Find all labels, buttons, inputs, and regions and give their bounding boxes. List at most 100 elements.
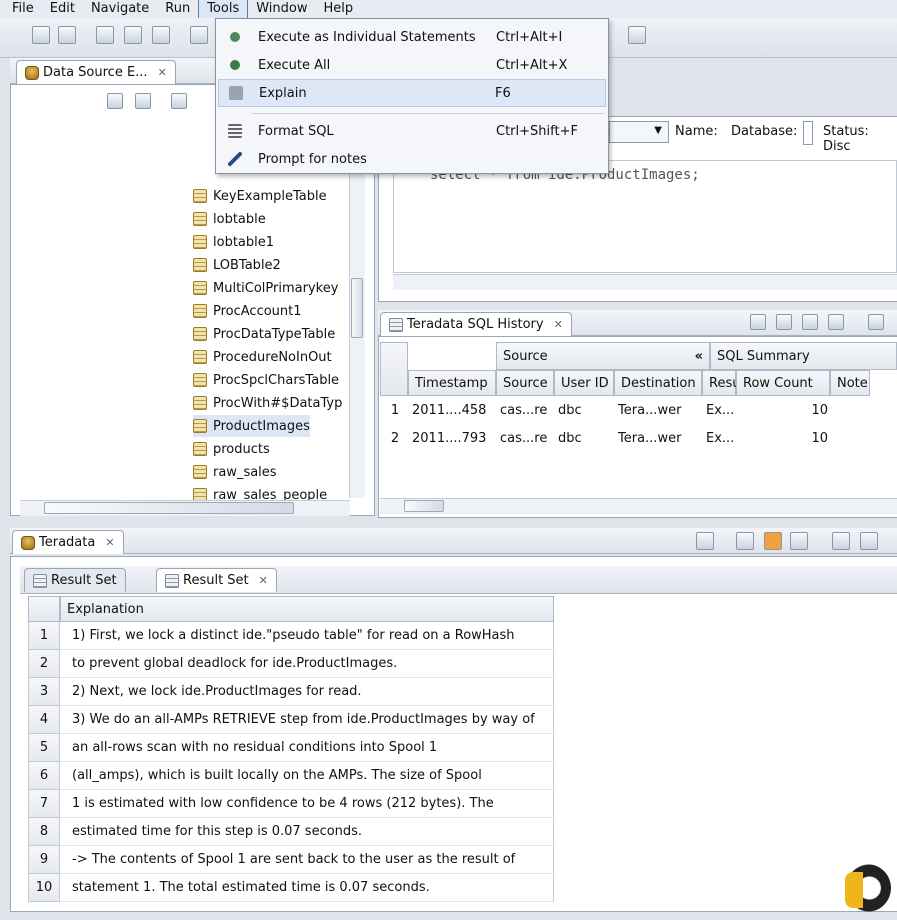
row-number[interactable]: 1 — [384, 396, 406, 424]
cut-icon[interactable] — [96, 26, 114, 44]
copy-icon[interactable] — [124, 26, 142, 44]
filter-icon[interactable] — [171, 93, 187, 109]
save-icon[interactable] — [32, 26, 50, 44]
save-result-icon[interactable] — [832, 532, 850, 550]
save-all-icon[interactable] — [58, 26, 76, 44]
document-icon[interactable] — [790, 532, 808, 550]
column-header[interactable]: Destination — [614, 370, 702, 396]
table-cell[interactable]: dbc — [558, 396, 612, 424]
menu-edit[interactable]: Edit — [42, 0, 83, 18]
menu-item-explain[interactable]: Explain F6 — [218, 79, 606, 107]
database-dropdown[interactable] — [803, 121, 813, 145]
column-header[interactable]: Row Count — [736, 370, 830, 396]
table-cell[interactable]: dbc — [558, 424, 612, 452]
tab-data-source-explorer[interactable]: Data Source E... ✕ — [16, 60, 176, 84]
tab-result-set-1[interactable]: Result Set — [24, 568, 126, 592]
tree-vertical-scrollbar[interactable] — [349, 118, 365, 498]
menu-item-prompt-notes[interactable]: Prompt for notes — [218, 145, 606, 173]
export-icon[interactable] — [828, 314, 844, 330]
filter-history-icon[interactable] — [776, 314, 792, 330]
column-header[interactable]: Source — [496, 370, 554, 396]
editor-horizontal-scrollbar[interactable] — [393, 274, 897, 290]
tab-teradata[interactable]: Teradata ✕ — [12, 530, 124, 554]
tree-item[interactable]: ProcWith#$DataTyp — [193, 392, 342, 414]
pin-icon[interactable] — [696, 532, 714, 550]
menu-help[interactable]: Help — [316, 0, 362, 18]
column-header[interactable]: Note — [830, 370, 870, 396]
menu-navigate[interactable]: Navigate — [83, 0, 157, 18]
table-cell[interactable]: 10 — [740, 396, 828, 424]
table-cell[interactable]: Ex... — [706, 396, 734, 424]
menu-run[interactable]: Run — [157, 0, 198, 18]
tree-item[interactable]: products — [193, 438, 270, 460]
table-row[interactable]: 2) Next, we lock ide.ProductImages for r… — [60, 678, 554, 706]
tree-item[interactable]: LOBTable2 — [193, 254, 281, 276]
connection-dropdown[interactable]: ▼ — [609, 121, 669, 143]
close-icon[interactable]: ✕ — [105, 536, 114, 549]
table-cell[interactable] — [834, 424, 868, 452]
table-cell[interactable]: Tera...wer — [618, 396, 700, 424]
menu-item-format-sql[interactable]: Format SQL Ctrl+Shift+F — [218, 117, 606, 145]
tab-result-set-2[interactable]: Result Set ✕ — [156, 568, 277, 592]
menu-file[interactable]: File — [4, 0, 42, 18]
tree-horizontal-scrollbar[interactable] — [20, 500, 350, 516]
save-history-icon[interactable] — [750, 314, 766, 330]
sql-icon[interactable] — [764, 532, 782, 550]
table-row[interactable]: statement 1. The total estimated time is… — [60, 874, 554, 902]
wrench-icon[interactable] — [736, 532, 754, 550]
table-cell[interactable]: 2011....793 — [412, 424, 494, 452]
table-row[interactable]: 3) We do an all-AMPs RETRIEVE step from … — [60, 706, 554, 734]
menu-window[interactable]: Window — [248, 0, 315, 18]
table-cell[interactable]: 2011....458 — [412, 396, 494, 424]
tree-item[interactable]: ProcAccount1 — [193, 300, 302, 322]
tree-item[interactable]: lobtable1 — [193, 231, 274, 253]
collapse-all-icon[interactable] — [107, 93, 123, 109]
table-row[interactable]: to prevent global deadlock for ide.Produ… — [60, 650, 554, 678]
scroll-thumb[interactable] — [404, 500, 444, 512]
table-cell[interactable]: cas...re — [500, 396, 552, 424]
column-header[interactable]: Timestamp — [408, 370, 496, 396]
close-icon[interactable]: ✕ — [158, 66, 167, 79]
table-cell[interactable]: cas...re — [500, 424, 552, 452]
table-row[interactable]: an all-rows scan with no residual condit… — [60, 734, 554, 762]
back-icon[interactable] — [190, 26, 208, 44]
table-row[interactable]: 1 is estimated with low confidence to be… — [60, 790, 554, 818]
close-icon[interactable]: ✕ — [259, 574, 268, 587]
table-cell[interactable] — [834, 396, 868, 424]
paste-icon[interactable] — [152, 26, 170, 44]
explanation-column-header[interactable]: Explanation — [60, 596, 554, 622]
tree-item[interactable]: ProcDataTypeTable — [193, 323, 335, 345]
table-row[interactable]: -> The contents of Spool 1 are sent back… — [60, 846, 554, 874]
menu-item-execute-all[interactable]: Execute All Ctrl+Alt+X — [218, 51, 606, 79]
link-icon[interactable] — [135, 93, 151, 109]
collapse-icon[interactable]: « — [695, 349, 703, 364]
table-row[interactable]: (all_amps), which is built locally on th… — [60, 762, 554, 790]
text-icon[interactable] — [868, 314, 884, 330]
forward-icon[interactable] — [628, 26, 646, 44]
column-header[interactable]: Result — [702, 370, 749, 396]
menu-tools[interactable]: Tools — [198, 0, 249, 19]
sql-editor[interactable]: select * from ide.ProductImages; — [393, 160, 897, 273]
table-cell[interactable]: 10 — [740, 424, 828, 452]
tab-sql-history[interactable]: Teradata SQL History ✕ — [380, 312, 572, 336]
table-cell[interactable]: Ex... — [706, 424, 734, 452]
tree-item[interactable]: KeyExampleTable — [193, 185, 327, 207]
table-cell[interactable]: Tera...wer — [618, 424, 700, 452]
tree-item[interactable]: MultiColPrimarykey — [193, 277, 338, 299]
tree-item[interactable]: lobtable — [193, 208, 266, 230]
history-horizontal-scrollbar[interactable] — [380, 498, 897, 514]
chart-icon[interactable] — [860, 532, 878, 550]
table-row[interactable]: 1) First, we lock a distinct ide."pseudo… — [60, 622, 554, 650]
close-icon[interactable]: ✕ — [554, 318, 563, 331]
table-row[interactable]: estimated time for this step is 0.07 sec… — [60, 818, 554, 846]
column-header[interactable]: User ID — [554, 370, 614, 396]
tree-item[interactable]: ProcedureNoInOut — [193, 346, 332, 368]
row-number[interactable]: 2 — [384, 424, 406, 452]
tree-item[interactable]: ProcSpclCharsTable — [193, 369, 339, 391]
scroll-thumb[interactable] — [44, 502, 294, 514]
chart-icon[interactable] — [802, 314, 818, 330]
tree-item[interactable]: ProductImages — [193, 415, 310, 437]
tree-item[interactable]: raw_sales — [193, 461, 277, 483]
menu-item-execute-individual[interactable]: Execute as Individual Statements Ctrl+Al… — [218, 23, 606, 51]
scroll-thumb[interactable] — [351, 278, 363, 338]
